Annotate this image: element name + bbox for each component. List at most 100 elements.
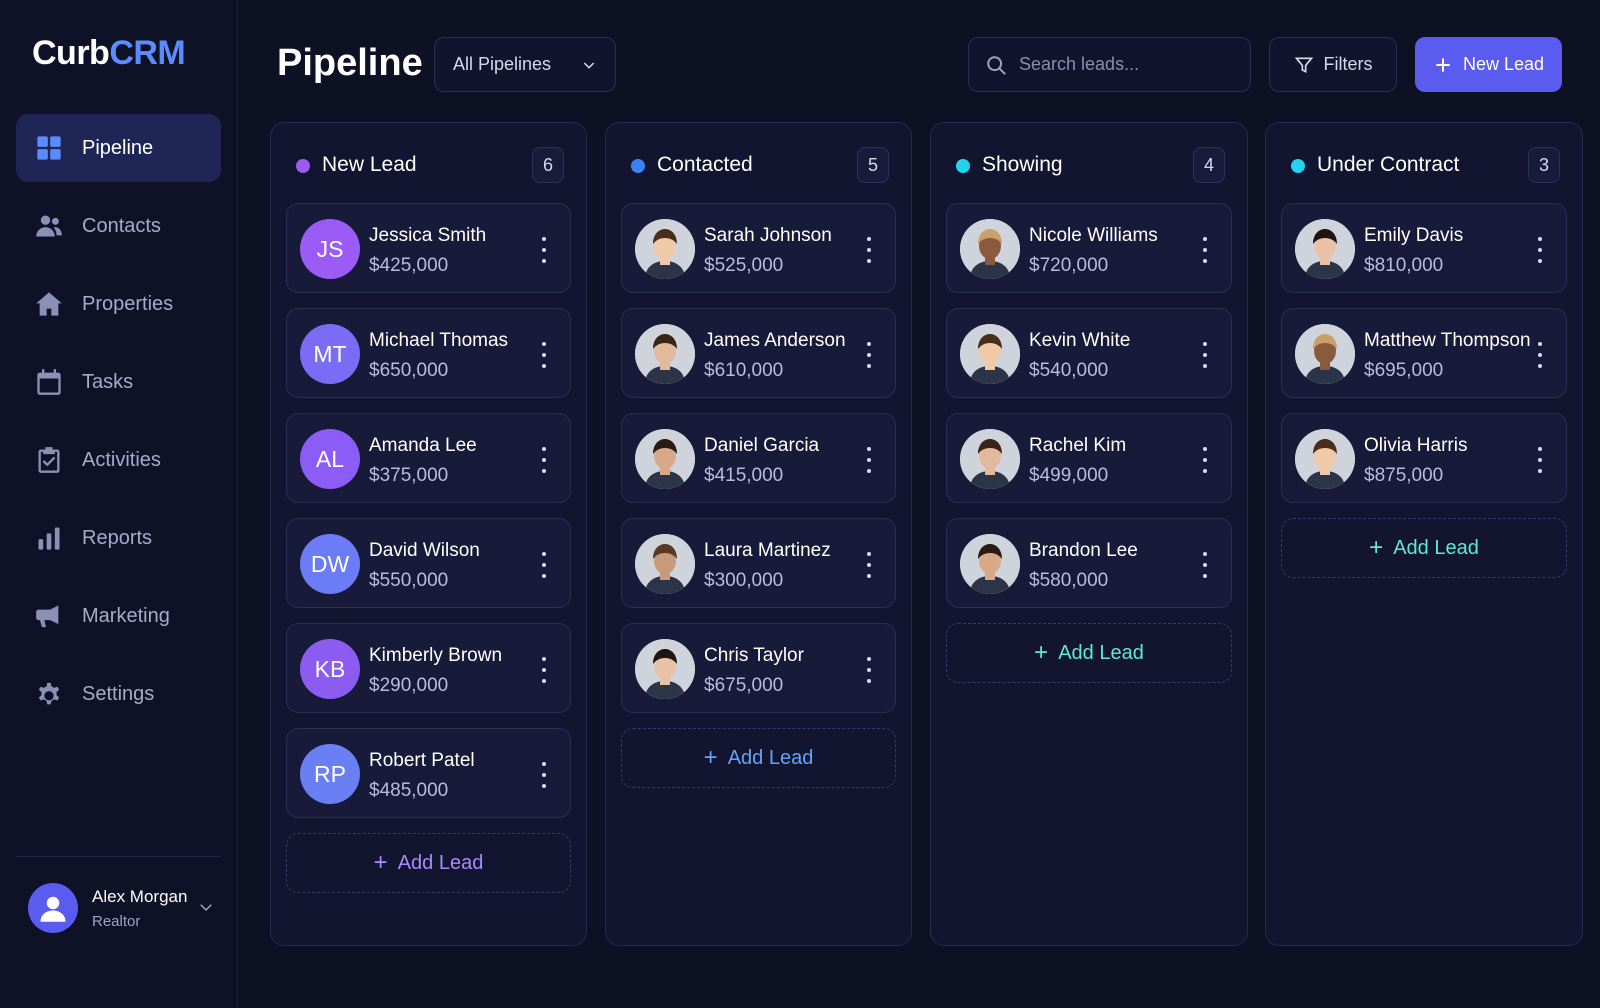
more-vertical-icon[interactable] — [859, 237, 879, 263]
sidebar-item-pipeline[interactable]: Pipeline — [16, 114, 221, 182]
add-lead-button[interactable]: + Add Lead — [946, 623, 1232, 683]
lead-card[interactable]: Daniel Garcia $415,000 — [621, 413, 896, 503]
more-vertical-icon[interactable] — [859, 552, 879, 578]
plus-icon: + — [373, 849, 388, 876]
user-icon — [40, 896, 66, 922]
more-vertical-icon[interactable] — [859, 657, 879, 683]
chevron-down-icon[interactable] — [197, 898, 215, 921]
more-vertical-icon[interactable] — [1195, 237, 1215, 263]
status-dot — [631, 159, 645, 173]
search-input[interactable] — [1019, 54, 1239, 75]
more-vertical-icon[interactable] — [1195, 342, 1215, 368]
pipeline-select-value: All Pipelines — [453, 54, 552, 74]
avatar-initials: RP — [314, 760, 346, 787]
more-vertical-icon[interactable] — [534, 657, 554, 683]
avatar: KB — [300, 639, 360, 699]
sidebar-item-properties[interactable]: Properties — [16, 270, 221, 338]
filters-button[interactable]: Filters — [1269, 37, 1397, 92]
lead-card[interactable]: Olivia Harris $875,000 — [1281, 413, 1567, 503]
user-role: Realtor — [92, 912, 141, 930]
lead-card[interactable]: James Anderson $610,000 — [621, 308, 896, 398]
person-icon — [960, 324, 1020, 384]
lead-name: Jessica Smith — [369, 225, 487, 246]
more-vertical-icon[interactable] — [534, 447, 554, 473]
lead-card[interactable]: Emily Davis $810,000 — [1281, 203, 1567, 293]
lead-card[interactable]: Rachel Kim $499,000 — [946, 413, 1232, 503]
sidebar-item-marketing[interactable]: Marketing — [16, 582, 221, 650]
column-title: Contacted — [657, 153, 753, 176]
add-lead-button[interactable]: + Add Lead — [286, 833, 571, 893]
lead-card[interactable]: AL Amanda Lee $375,000 — [286, 413, 571, 503]
more-vertical-icon[interactable] — [1195, 552, 1215, 578]
pipeline-select[interactable]: All Pipelines — [434, 37, 616, 92]
grid-icon — [34, 133, 64, 163]
status-dot — [1291, 159, 1305, 173]
lead-card[interactable]: JS Jessica Smith $425,000 — [286, 203, 571, 293]
sidebar-item-label: Reports — [82, 526, 153, 549]
more-vertical-icon[interactable] — [1195, 447, 1215, 473]
more-vertical-icon[interactable] — [1530, 237, 1550, 263]
lead-card[interactable]: Chris Taylor $675,000 — [621, 623, 896, 713]
lead-card[interactable]: Sarah Johnson $525,000 — [621, 203, 896, 293]
search-box[interactable] — [968, 37, 1251, 92]
avatar — [28, 883, 78, 933]
person-icon — [635, 534, 695, 594]
sidebar-item-contacts[interactable]: Contacts — [16, 192, 221, 260]
lead-name: David Wilson — [369, 540, 480, 561]
avatar — [960, 219, 1020, 279]
avatar: MT — [300, 324, 360, 384]
lead-card[interactable]: RP Robert Patel $485,000 — [286, 728, 571, 818]
lead-card[interactable]: Brandon Lee $580,000 — [946, 518, 1232, 608]
avatar: AL — [300, 429, 360, 489]
sidebar-item-settings[interactable]: Settings — [16, 660, 221, 728]
lead-card[interactable]: Matthew Thompson $695,000 — [1281, 308, 1567, 398]
brand-logo[interactable]: CurbCRM — [32, 34, 186, 73]
avatar — [1295, 219, 1355, 279]
card-list: Nicole Williams $720,000 Kevin White $54… — [946, 203, 1232, 683]
card-list: Emily Davis $810,000 Matthew Thompson $6… — [1281, 203, 1567, 578]
sidebar-item-tasks[interactable]: Tasks — [16, 348, 221, 416]
more-vertical-icon[interactable] — [534, 552, 554, 578]
column-header: Showing 4 — [931, 123, 1247, 203]
lead-card[interactable]: Laura Martinez $300,000 — [621, 518, 896, 608]
lead-card[interactable]: Kevin White $540,000 — [946, 308, 1232, 398]
sidebar-divider — [16, 856, 221, 857]
sidebar-item-label: Properties — [82, 292, 174, 315]
megaphone-icon — [34, 601, 64, 631]
add-lead-button[interactable]: + Add Lead — [1281, 518, 1567, 578]
lead-card[interactable]: KB Kimberly Brown $290,000 — [286, 623, 571, 713]
brand-name-part2: CRM — [109, 34, 186, 72]
lead-card[interactable]: Nicole Williams $720,000 — [946, 203, 1232, 293]
brand-name-part1: Curb — [32, 34, 110, 72]
lead-price: $415,000 — [704, 465, 784, 486]
add-lead-label: Add Lead — [397, 851, 484, 874]
more-vertical-icon[interactable] — [534, 342, 554, 368]
sidebar-item-label: Marketing — [82, 604, 170, 627]
sidebar: CurbCRM Pipeline Contacts Properties Tas… — [0, 0, 238, 1008]
lead-card[interactable]: MT Michael Thomas $650,000 — [286, 308, 571, 398]
lead-price: $540,000 — [1029, 360, 1109, 381]
filters-label: Filters — [1323, 54, 1373, 74]
new-lead-button[interactable]: New Lead — [1415, 37, 1562, 92]
sidebar-item-activities[interactable]: Activities — [16, 426, 221, 494]
column-title: Under Contract — [1317, 153, 1460, 176]
more-vertical-icon[interactable] — [859, 342, 879, 368]
lead-name: Amanda Lee — [369, 435, 477, 456]
user-menu[interactable]: Alex Morgan Realtor — [28, 880, 223, 936]
more-vertical-icon[interactable] — [1530, 342, 1550, 368]
avatar-initials: KB — [314, 655, 346, 682]
more-vertical-icon[interactable] — [859, 447, 879, 473]
more-vertical-icon[interactable] — [1530, 447, 1550, 473]
more-vertical-icon[interactable] — [534, 237, 554, 263]
lead-card[interactable]: DW David Wilson $550,000 — [286, 518, 571, 608]
add-lead-button[interactable]: + Add Lead — [621, 728, 896, 788]
lead-price: $720,000 — [1029, 255, 1109, 276]
lead-name: Olivia Harris — [1364, 435, 1468, 456]
lead-price: $675,000 — [704, 675, 784, 696]
avatar — [635, 429, 695, 489]
sidebar-item-label: Contacts — [82, 214, 161, 237]
more-vertical-icon[interactable] — [534, 762, 554, 788]
column-showing: Showing 4 Nicole Williams $720,000 Kevin… — [930, 122, 1248, 946]
sidebar-item-reports[interactable]: Reports — [16, 504, 221, 572]
plus-icon: + — [1034, 639, 1049, 666]
